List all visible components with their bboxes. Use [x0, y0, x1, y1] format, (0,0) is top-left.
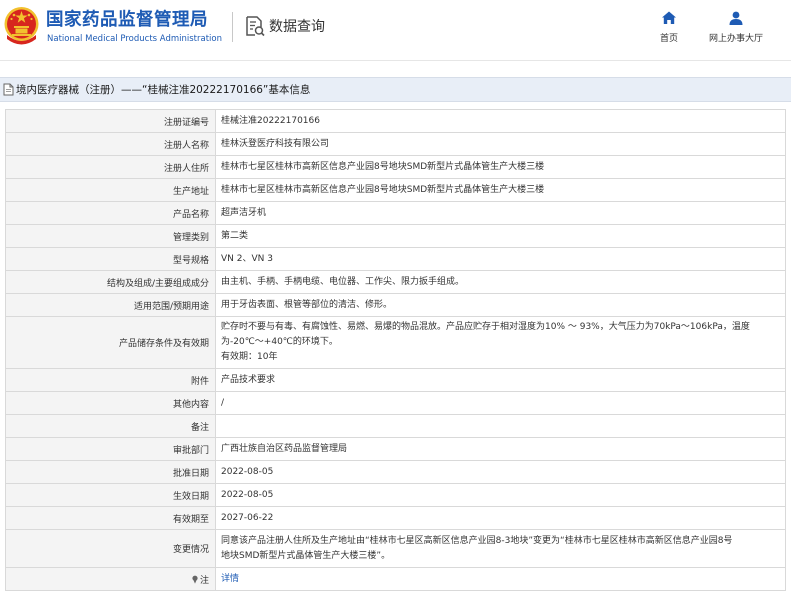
field-label: 其他内容	[5, 391, 216, 415]
field-value: /	[215, 391, 786, 415]
home-icon	[662, 11, 676, 24]
data-query-link[interactable]: 数据查询	[245, 14, 325, 38]
nav-online-hall[interactable]: 网上办事大厅	[709, 10, 763, 44]
field-label: 备注	[5, 414, 216, 438]
table-row: 备注	[5, 414, 786, 438]
field-value	[215, 414, 786, 438]
table-row: 注册证编号 桂械注准20222170166	[5, 109, 786, 133]
details-link[interactable]: 详情	[221, 574, 239, 584]
agency-name-en: National Medical Products Administration	[47, 34, 222, 44]
field-value: 由主机、手柄、手柄电缆、电位器、工作尖、限力扳手组成。	[215, 270, 786, 294]
document-search-icon	[246, 16, 265, 37]
field-value: 详情	[215, 567, 786, 591]
field-value: 2022-08-05	[215, 483, 786, 507]
field-value: 第二类	[215, 224, 786, 248]
table-row: 产品储存条件及有效期 贮存时不要与有毒、有腐蚀性、易燃、易爆的物品混放。产品应贮…	[5, 316, 786, 369]
table-row: 变更情况 同意该产品注册人住所及生产地址由“桂林市七星区高新区信息产业园8-3地…	[5, 529, 786, 568]
field-label: 审批部门	[5, 437, 216, 461]
user-icon	[729, 11, 743, 25]
table-row: 注册人住所 桂林市七星区桂林市高新区信息产业园8号地块SMD新型片式晶体管生产大…	[5, 155, 786, 179]
table-row: 结构及组成/主要组成成分 由主机、手柄、手柄电缆、电位器、工作尖、限力扳手组成。	[5, 270, 786, 294]
change-line-2: 地块SMD新型片式晶体管生产大楼三楼”。	[221, 550, 391, 561]
record-title-bar: 境内医疗器械（注册）——“桂械注准20222170166”基本信息	[0, 77, 791, 102]
table-row: 有效期至 2027-06-22	[5, 506, 786, 530]
table-row: 生产地址 桂林市七星区桂林市高新区信息产业园8号地块SMD新型片式晶体管生产大楼…	[5, 178, 786, 202]
table-row: 附件 产品技术要求	[5, 368, 786, 392]
nav-home[interactable]: 首页	[660, 10, 678, 44]
field-label: 管理类别	[5, 224, 216, 248]
nav-online-hall-label: 网上办事大厅	[709, 34, 764, 44]
field-label: 产品名称	[5, 201, 216, 225]
table-row: 型号规格 VN 2、VN 3	[5, 247, 786, 271]
table-row: 注册人名称 桂林沃登医疗科技有限公司	[5, 132, 786, 156]
field-value: VN 2、VN 3	[215, 247, 786, 271]
storage-line-3: 有效期：10年	[221, 352, 278, 362]
field-value: 桂林市七星区桂林市高新区信息产业园8号地块SMD新型片式晶体管生产大楼三楼	[215, 178, 786, 202]
field-label: 适用范围/预期用途	[5, 293, 216, 317]
field-label: 生产地址	[5, 178, 216, 202]
field-label: 附件	[5, 368, 216, 392]
field-label: 注册人名称	[5, 132, 216, 156]
field-label: 批准日期	[5, 460, 216, 484]
table-row: 其他内容 /	[5, 391, 786, 415]
national-emblem-icon	[4, 7, 39, 45]
table-row: 适用范围/预期用途 用于牙齿表面、根管等部位的清洁、修形。	[5, 293, 786, 317]
registration-info-table: 注册证编号 桂械注准20222170166 注册人名称 桂林沃登医疗科技有限公司…	[5, 109, 786, 591]
field-value: 广西壮族自治区药品监督管理局	[215, 437, 786, 461]
header-divider	[232, 12, 233, 42]
pin-icon	[192, 575, 198, 584]
field-value: 同意该产品注册人住所及生产地址由“桂林市七星区高新区信息产业园8-3地块”变更为…	[215, 529, 786, 568]
table-row: 产品名称 超声洁牙机	[5, 201, 786, 225]
storage-line-1: 贮存时不要与有毒、有腐蚀性、易燃、易爆的物品混放。产品应贮存于相对湿度为10% …	[221, 322, 750, 332]
table-row: 管理类别 第二类	[5, 224, 786, 248]
table-row: 注 详情	[5, 567, 786, 591]
field-value: 贮存时不要与有毒、有腐蚀性、易燃、易爆的物品混放。产品应贮存于相对湿度为10% …	[215, 316, 786, 369]
field-value: 用于牙齿表面、根管等部位的清洁、修形。	[215, 293, 786, 317]
table-row: 生效日期 2022-08-05	[5, 483, 786, 507]
field-label: 注册证编号	[5, 109, 216, 133]
field-value: 产品技术要求	[215, 368, 786, 392]
field-value: 超声洁牙机	[215, 201, 786, 225]
table-row: 批准日期 2022-08-05	[5, 460, 786, 484]
record-title: 境内医疗器械（注册）——“桂械注准20222170166”基本信息	[16, 84, 311, 96]
field-label: 型号规格	[5, 247, 216, 271]
field-label: 产品储存条件及有效期	[5, 316, 216, 369]
field-value: 桂林市七星区桂林市高新区信息产业园8号地块SMD新型片式晶体管生产大楼三楼	[215, 155, 786, 179]
nav-home-label: 首页	[660, 34, 679, 44]
storage-line-2: 为-20℃～+40℃的环境下。	[221, 337, 338, 347]
agency-name-cn: 国家药品监督管理局	[46, 10, 208, 30]
site-header: 国家药品监督管理局 National Medical Products Admi…	[0, 0, 791, 60]
field-value: 2027-06-22	[215, 506, 786, 530]
header-bottom-border	[0, 60, 791, 61]
field-label: 变更情况	[5, 529, 216, 568]
field-label: 结构及组成/主要组成成分	[5, 270, 216, 294]
field-label: 生效日期	[5, 483, 216, 507]
field-label: 注	[199, 575, 209, 586]
change-line-1: 同意该产品注册人住所及生产地址由“桂林市七星区高新区信息产业园8-3地块”变更为…	[221, 535, 733, 546]
field-value: 2022-08-05	[215, 460, 786, 484]
field-label: 注册人住所	[5, 155, 216, 179]
table-row: 审批部门 广西壮族自治区药品监督管理局	[5, 437, 786, 461]
field-value: 桂林沃登医疗科技有限公司	[215, 132, 786, 156]
data-query-label: 数据查询	[269, 19, 325, 35]
field-label: 有效期至	[5, 506, 216, 530]
field-value: 桂械注准20222170166	[215, 109, 786, 133]
note-label-cell: 注	[5, 567, 216, 591]
document-icon	[3, 83, 14, 96]
